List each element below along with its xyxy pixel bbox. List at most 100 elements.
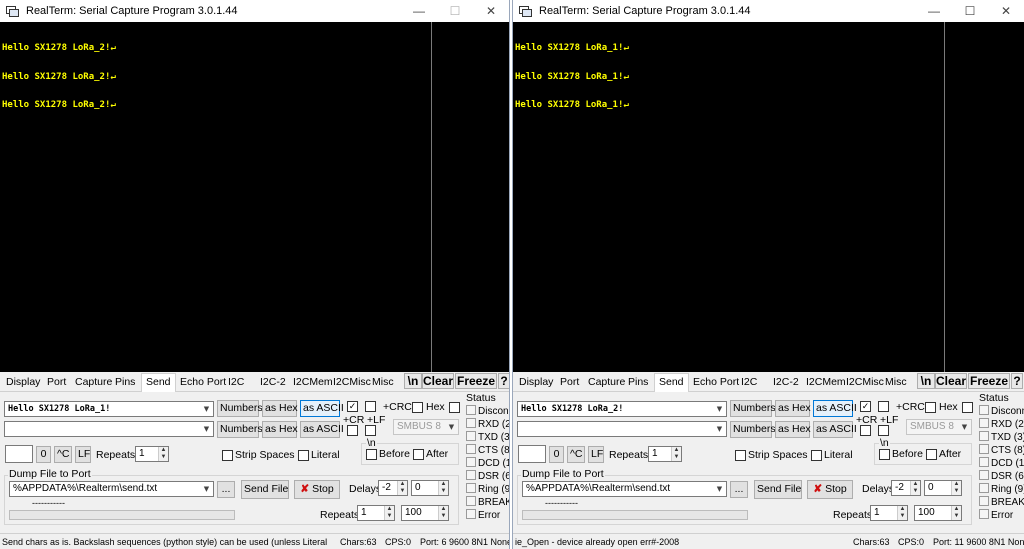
- send-as-ascii-button-1[interactable]: as ASCII: [300, 400, 344, 417]
- close-icon[interactable]: ✕: [473, 0, 509, 22]
- delay-spinner-2[interactable]: 0 ▲ ▼: [924, 480, 962, 496]
- delay-spinner-2[interactable]: 0 ▲ ▼: [411, 480, 449, 496]
- repeats-spinner-1[interactable]: 1 ▲ ▼: [135, 446, 169, 462]
- plus-lf-checkbox-2[interactable]: [365, 425, 376, 436]
- tab-i2cmisc[interactable]: I2CMisc: [332, 375, 372, 391]
- char-input[interactable]: [5, 445, 33, 463]
- spinner-arrows-icon[interactable]: ▲ ▼: [897, 506, 907, 520]
- tab-pins[interactable]: Pins: [114, 375, 136, 391]
- tab-port[interactable]: Port: [559, 375, 580, 391]
- tab-misc[interactable]: Misc: [884, 375, 908, 391]
- tab-display[interactable]: Display: [518, 375, 554, 391]
- newline-button[interactable]: \n: [404, 373, 422, 389]
- tab-display[interactable]: Display: [5, 375, 41, 391]
- tab-capture[interactable]: Capture: [587, 375, 626, 391]
- delay-spinner-1[interactable]: -2 ▲ ▼: [891, 480, 921, 496]
- hex-checkbox[interactable]: [925, 402, 936, 413]
- send-as-hex-button-1[interactable]: as Hex: [775, 400, 811, 417]
- send-text-combo-1[interactable]: Hello SX1278 LoRa_2! ▼: [517, 401, 727, 417]
- clear-button[interactable]: Clear: [935, 373, 967, 389]
- tab-i2c[interactable]: I2C: [227, 375, 245, 391]
- help-button[interactable]: ?: [498, 373, 509, 389]
- send-as-hex-button-2[interactable]: as Hex: [262, 421, 298, 438]
- send-file-button[interactable]: Send File: [754, 480, 802, 499]
- dump-file-path-combo[interactable]: %APPDATA%\Realterm\send.txt ▼: [522, 481, 727, 497]
- send-text-combo-2[interactable]: ▼: [517, 421, 727, 437]
- plus-lf-checkbox-1[interactable]: [878, 401, 889, 412]
- chevron-down-icon[interactable]: ▼: [445, 420, 458, 434]
- literal-checkbox[interactable]: [298, 450, 309, 461]
- plus-cr-checkbox-1[interactable]: ✓: [347, 401, 358, 412]
- send-as-hex-button-1[interactable]: as Hex: [262, 400, 298, 417]
- maximize-icon[interactable]: ☐: [952, 0, 988, 22]
- spinner-arrows-icon[interactable]: ▲ ▼: [951, 481, 961, 495]
- newline-button[interactable]: \n: [917, 373, 935, 389]
- title-bar[interactable]: RealTerm: Serial Capture Program 3.0.1.4…: [513, 0, 1024, 22]
- tab-port[interactable]: Port: [46, 375, 67, 391]
- tab-misc[interactable]: Misc: [371, 375, 395, 391]
- repeats-spinner-2[interactable]: 1 ▲ ▼: [357, 505, 395, 521]
- plus-cr-checkbox-2[interactable]: [860, 425, 871, 436]
- smbus-combo[interactable]: SMBUS 8 ▼: [393, 419, 459, 435]
- tab-i2c[interactable]: I2C: [740, 375, 758, 391]
- spinner-arrows-icon[interactable]: ▲ ▼: [671, 447, 681, 461]
- repeats-spinner-2[interactable]: 1 ▲ ▼: [870, 505, 908, 521]
- send-text-combo-1[interactable]: Hello SX1278 LoRa_1! ▼: [4, 401, 214, 417]
- strip-spaces-checkbox[interactable]: [222, 450, 233, 461]
- browse-file-button[interactable]: ...: [730, 481, 748, 498]
- chevron-down-icon[interactable]: ▼: [200, 422, 213, 436]
- spinner-arrows-icon[interactable]: ▲ ▼: [384, 506, 394, 520]
- spinner-arrows-icon[interactable]: ▲ ▼: [397, 481, 407, 495]
- tab-echo-port[interactable]: Echo Port: [692, 375, 740, 391]
- plus-cr-checkbox-1[interactable]: ✓: [860, 401, 871, 412]
- send-ctrl-c-button[interactable]: ^C: [54, 446, 72, 463]
- clear-button[interactable]: Clear: [422, 373, 454, 389]
- literal-checkbox[interactable]: [811, 450, 822, 461]
- chevron-down-icon[interactable]: ▼: [713, 482, 726, 496]
- send-lf-button[interactable]: LF: [75, 446, 91, 463]
- send-numbers-button-1[interactable]: Numbers: [730, 400, 776, 417]
- plus-lf-checkbox-1[interactable]: [365, 401, 376, 412]
- send-as-ascii-button-1[interactable]: as ASCII: [813, 400, 857, 417]
- spinner-arrows-icon[interactable]: ▲ ▼: [910, 481, 920, 495]
- tab-i2cmem[interactable]: I2CMem: [292, 375, 334, 391]
- after-checkbox[interactable]: [413, 449, 424, 460]
- crc-option-checkbox[interactable]: [449, 402, 460, 413]
- tab-i2c-2[interactable]: I2C-2: [259, 375, 287, 391]
- send-numbers-button-2[interactable]: Numbers: [730, 421, 776, 438]
- send-as-hex-button-2[interactable]: as Hex: [775, 421, 811, 438]
- smbus-combo[interactable]: SMBUS 8 ▼: [906, 419, 972, 435]
- hex-checkbox[interactable]: [412, 402, 423, 413]
- char-input[interactable]: [518, 445, 546, 463]
- freeze-button[interactable]: Freeze: [968, 373, 1010, 389]
- close-icon[interactable]: ✕: [988, 0, 1024, 22]
- tab-send[interactable]: Send: [654, 373, 689, 392]
- browse-file-button[interactable]: ...: [217, 481, 235, 498]
- send-file-button[interactable]: Send File: [241, 480, 289, 499]
- plus-lf-checkbox-2[interactable]: [878, 425, 889, 436]
- repeats-spinner-1[interactable]: 1 ▲ ▼: [648, 446, 682, 462]
- terminal-display[interactable]: Hello SX1278 LoRa_1!↵ Hello SX1278 LoRa_…: [513, 22, 1024, 372]
- delay-spinner-1[interactable]: -2 ▲ ▼: [378, 480, 408, 496]
- maximize-icon[interactable]: ☐: [437, 0, 473, 22]
- after-checkbox[interactable]: [926, 449, 937, 460]
- send-as-ascii-button-2[interactable]: as ASCII: [813, 421, 857, 438]
- repeats-spinner-3[interactable]: 100 ▲ ▼: [914, 505, 962, 521]
- send-numbers-button-1[interactable]: Numbers: [217, 400, 263, 417]
- freeze-button[interactable]: Freeze: [455, 373, 497, 389]
- help-button[interactable]: ?: [1011, 373, 1023, 389]
- repeats-spinner-3[interactable]: 100 ▲ ▼: [401, 505, 449, 521]
- tab-echo-port[interactable]: Echo Port: [179, 375, 227, 391]
- strip-spaces-checkbox[interactable]: [735, 450, 746, 461]
- spinner-arrows-icon[interactable]: ▲ ▼: [158, 447, 168, 461]
- send-as-ascii-button-2[interactable]: as ASCII: [300, 421, 344, 438]
- spinner-arrows-icon[interactable]: ▲ ▼: [438, 481, 448, 495]
- send-zero-button[interactable]: 0: [36, 446, 51, 463]
- stop-button[interactable]: ✘ Stop: [807, 480, 853, 499]
- title-bar[interactable]: RealTerm: Serial Capture Program 3.0.1.4…: [0, 0, 509, 22]
- send-numbers-button-2[interactable]: Numbers: [217, 421, 263, 438]
- crc-option-checkbox[interactable]: [962, 402, 973, 413]
- before-checkbox[interactable]: [366, 449, 377, 460]
- send-lf-button[interactable]: LF: [588, 446, 604, 463]
- minimize-icon[interactable]: —: [401, 0, 437, 22]
